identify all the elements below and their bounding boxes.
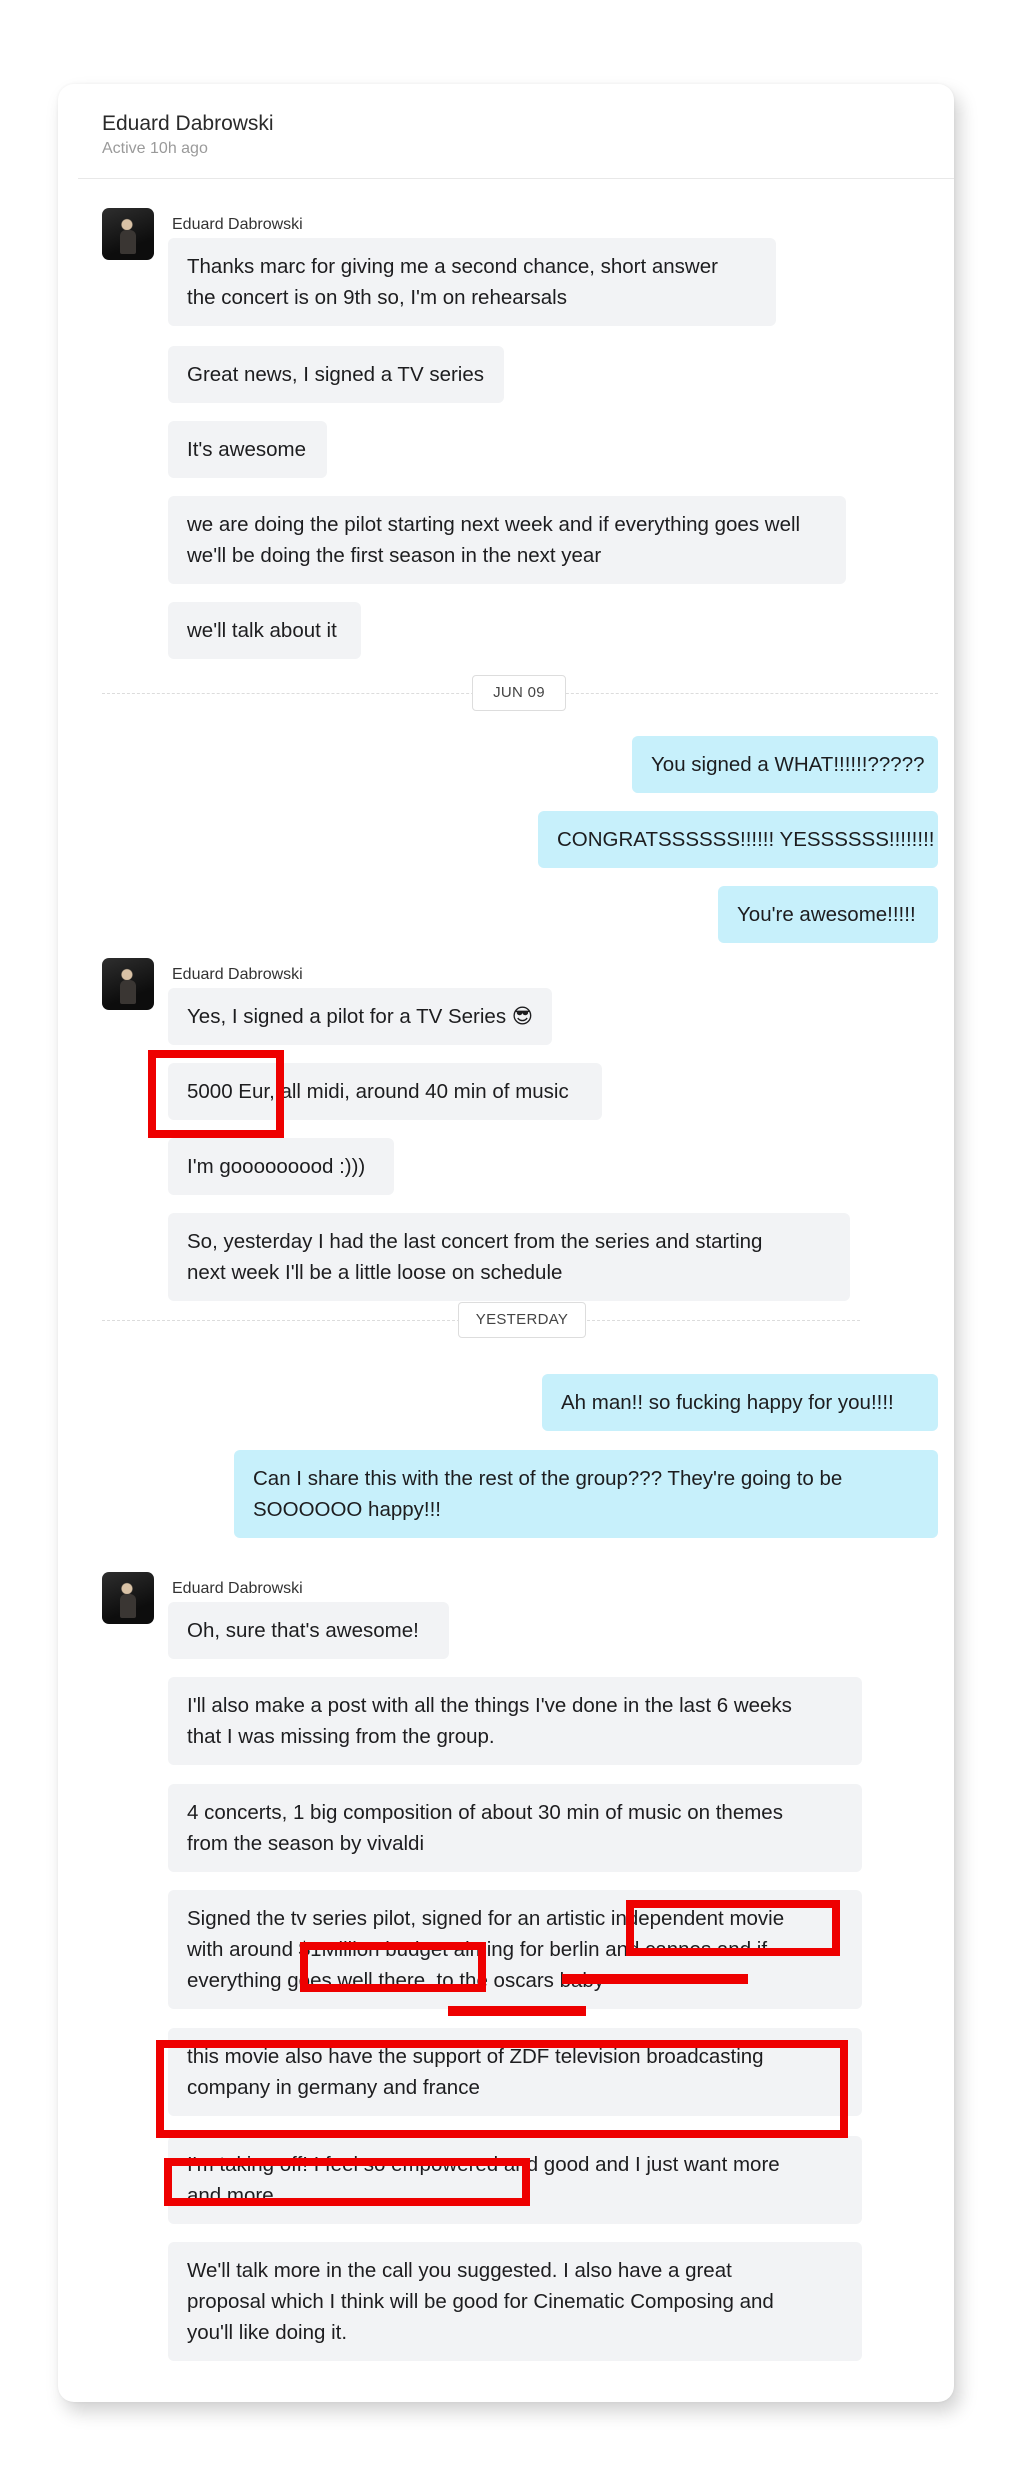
message-line: It's awesome [187,438,306,461]
date-separator: JUN 09 [472,675,566,711]
header-divider [78,178,954,179]
message-bubble-outgoing[interactable]: You signed a WHAT!!!!!!????? [632,736,938,793]
message-line: next week I'll be a little loose on sche… [187,1261,563,1284]
message-bubble-outgoing[interactable]: CONGRATSSSSSS!!!!!! YESSSSSS!!!!!!!! [538,811,938,868]
message-line: Thanks marc for giving me a second chanc… [187,255,718,278]
message-bubble[interactable]: It's awesome [168,421,327,478]
sender-name: Eduard Dabrowski [172,966,303,983]
message-line: I'll also make a post with all the thing… [187,1694,792,1717]
message-line: Yes, I signed a pilot for a TV Series 😎 [187,1005,534,1028]
message-bubble[interactable]: we'll talk about it [168,602,361,659]
message-line: So, yesterday I had the last concert fro… [187,1230,763,1253]
message-bubble[interactable]: 4 concerts, 1 big composition of about 3… [168,1784,862,1872]
message-line: that I was missing from the group. [187,1725,495,1748]
message-bubble[interactable]: Yes, I signed a pilot for a TV Series 😎 [168,988,552,1045]
highlight-box [626,1900,840,1956]
message-line: you'll like doing it. [187,2321,348,2344]
avatar[interactable] [102,208,154,260]
highlight-box [156,2040,848,2138]
highlight-underline [448,2006,586,2016]
message-line: proposal which I think will be good for … [187,2290,774,2313]
highlight-box [164,2158,530,2206]
message-line: Oh, sure that's awesome! [187,1619,419,1642]
message-bubble-outgoing[interactable]: Can I share this with the rest of the gr… [234,1450,938,1538]
chat-header: Eduard Dabrowski Active 10h ago [102,112,274,158]
message-line: You're awesome!!!!! [737,903,916,926]
message-line: SOOOOOO happy!!! [253,1498,441,1521]
message-line: CONGRATSSSSSS!!!!!! YESSSSSS!!!!!!!! [557,828,935,851]
message-bubble[interactable]: Great news, I signed a TV series [168,346,504,403]
avatar[interactable] [102,1572,154,1624]
message-line: the concert is on 9th so, I'm on rehears… [187,286,567,309]
contact-name[interactable]: Eduard Dabrowski [102,112,274,136]
highlight-underline [562,1974,748,1984]
message-bubble-outgoing[interactable]: You're awesome!!!!! [718,886,938,943]
message-bubble[interactable]: we are doing the pilot starting next wee… [168,496,846,584]
message-line: we'll talk about it [187,619,337,642]
message-line: from the season by vivaldi [187,1832,425,1855]
message-bubble-outgoing[interactable]: Ah man!! so fucking happy for you!!!! [542,1374,938,1431]
message-line: Can I share this with the rest of the gr… [253,1467,843,1490]
message-line: You signed a WHAT!!!!!!????? [651,753,925,776]
message-line: I'm gooooooood :))) [187,1155,366,1178]
message-bubble[interactable]: Thanks marc for giving me a second chanc… [168,238,776,326]
contact-status: Active 10h ago [102,140,208,157]
message-bubble[interactable]: I'm gooooooood :))) [168,1138,394,1195]
message-bubble[interactable]: I'll also make a post with all the thing… [168,1677,862,1765]
message-line: We'll talk more in the call you suggeste… [187,2259,732,2282]
sender-name: Eduard Dabrowski [172,216,303,233]
highlight-box [148,1050,284,1138]
message-bubble[interactable]: We'll talk more in the call you suggeste… [168,2242,862,2361]
highlight-box [300,1942,486,1992]
message-bubble[interactable]: So, yesterday I had the last concert fro… [168,1213,850,1301]
message-line: Great news, I signed a TV series [187,363,485,386]
message-bubble[interactable]: Oh, sure that's awesome! [168,1602,449,1659]
sender-name: Eduard Dabrowski [172,1580,303,1597]
message-line: we'll be doing the first season in the n… [187,544,602,567]
message-line: we are doing the pilot starting next wee… [187,513,801,536]
date-separator: YESTERDAY [458,1302,586,1338]
message-line: Ah man!! so fucking happy for you!!!! [561,1391,894,1414]
avatar[interactable] [102,958,154,1010]
message-line: 4 concerts, 1 big composition of about 3… [187,1801,783,1824]
